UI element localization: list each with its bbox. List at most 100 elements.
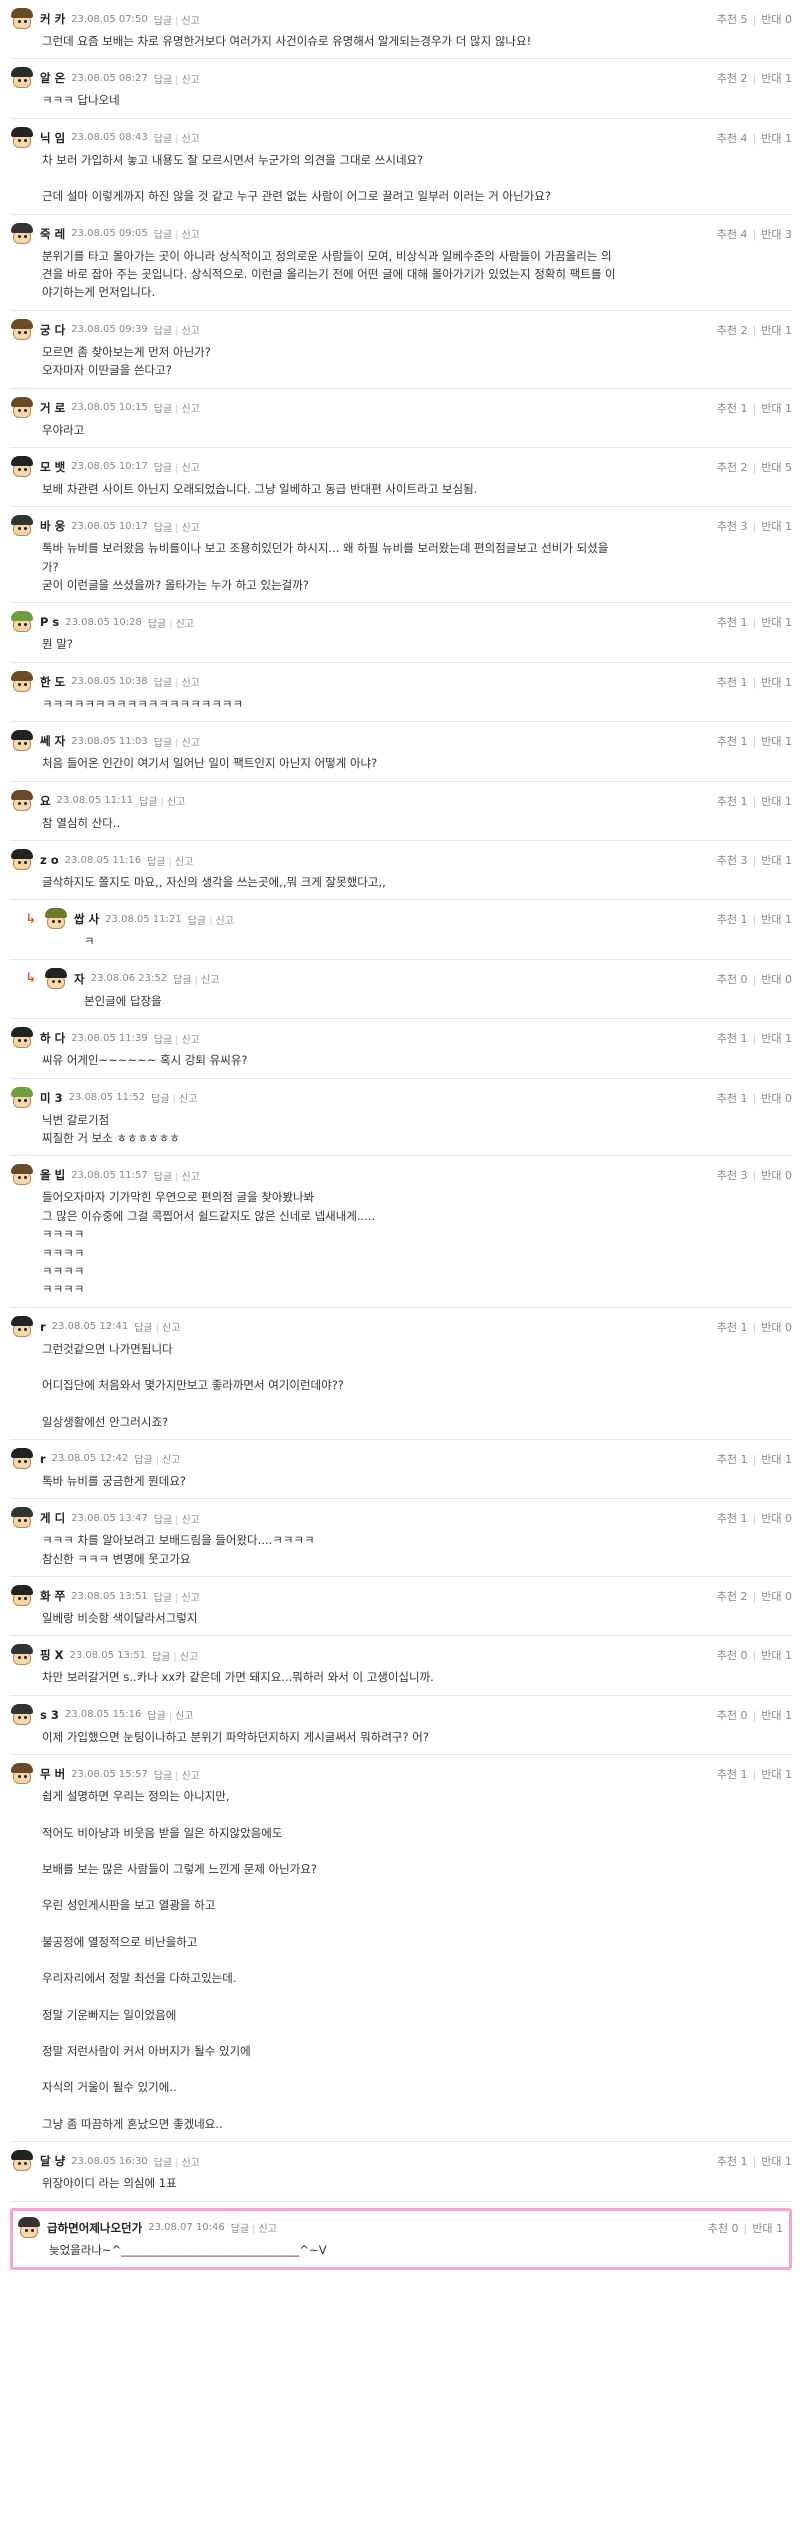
report-link[interactable]: 신고 bbox=[179, 1094, 197, 1105]
downvote-button[interactable]: 반대 bbox=[761, 913, 781, 926]
author-name[interactable]: 올 빕 bbox=[40, 1167, 65, 1183]
report-link[interactable]: 신고 bbox=[181, 75, 199, 86]
author-name[interactable]: 궁 다 bbox=[40, 322, 65, 338]
upvote-button[interactable]: 추천 bbox=[717, 1649, 737, 1662]
upvote-button[interactable]: 추천 bbox=[717, 72, 737, 85]
downvote-button[interactable]: 반대 bbox=[761, 461, 781, 474]
upvote-button[interactable]: 추천 bbox=[717, 1590, 737, 1603]
reply-link[interactable]: 답글 bbox=[147, 1711, 165, 1722]
author-name[interactable]: 모 뱃 bbox=[40, 459, 65, 475]
report-link[interactable]: 신고 bbox=[181, 463, 199, 474]
report-link[interactable]: 신고 bbox=[181, 2158, 199, 2169]
report-link[interactable]: 신고 bbox=[181, 404, 199, 415]
reply-link[interactable]: 답글 bbox=[134, 1455, 152, 1466]
downvote-button[interactable]: 반대 bbox=[761, 72, 781, 85]
report-link[interactable]: 신고 bbox=[181, 230, 199, 241]
upvote-button[interactable]: 추천 bbox=[717, 616, 737, 629]
downvote-button[interactable]: 반대 bbox=[761, 324, 781, 337]
upvote-button[interactable]: 추천 bbox=[717, 854, 737, 867]
downvote-button[interactable]: 반대 bbox=[761, 973, 781, 986]
upvote-button[interactable]: 추천 bbox=[717, 402, 737, 415]
downvote-button[interactable]: 반대 bbox=[761, 1649, 781, 1662]
reply-link[interactable]: 답글 bbox=[154, 230, 172, 241]
report-link[interactable]: 신고 bbox=[259, 2224, 277, 2235]
reply-link[interactable]: 답글 bbox=[139, 797, 157, 808]
downvote-button[interactable]: 반대 bbox=[752, 2222, 772, 2235]
author-name[interactable]: 게 디 bbox=[40, 1510, 65, 1526]
upvote-button[interactable]: 추천 bbox=[717, 324, 737, 337]
downvote-button[interactable]: 반대 bbox=[761, 795, 781, 808]
reply-link[interactable]: 답글 bbox=[154, 1035, 172, 1046]
report-link[interactable]: 신고 bbox=[162, 1323, 180, 1334]
downvote-button[interactable]: 반대 bbox=[761, 1709, 781, 1722]
report-link[interactable]: 신고 bbox=[215, 916, 233, 927]
downvote-button[interactable]: 반대 bbox=[761, 1453, 781, 1466]
author-name[interactable]: r bbox=[40, 1320, 46, 1334]
upvote-button[interactable]: 추천 bbox=[717, 913, 737, 926]
downvote-button[interactable]: 반대 bbox=[761, 402, 781, 415]
upvote-button[interactable]: 추천 bbox=[717, 1169, 737, 1182]
reply-link[interactable]: 답글 bbox=[152, 1652, 170, 1663]
reply-link[interactable]: 답글 bbox=[147, 857, 165, 868]
report-link[interactable]: 신고 bbox=[201, 975, 219, 986]
author-name[interactable]: 급하면어제나오던가 bbox=[47, 2220, 142, 2236]
upvote-button[interactable]: 추천 bbox=[717, 132, 737, 145]
author-name[interactable]: 죽 레 bbox=[40, 226, 65, 242]
reply-link[interactable]: 답글 bbox=[154, 738, 172, 749]
reply-link[interactable]: 답글 bbox=[154, 1515, 172, 1526]
upvote-button[interactable]: 추천 bbox=[717, 13, 737, 26]
upvote-button[interactable]: 추천 bbox=[717, 676, 737, 689]
reply-link[interactable]: 답글 bbox=[151, 1094, 169, 1105]
author-name[interactable]: 쎄 자 bbox=[40, 733, 65, 749]
report-link[interactable]: 신고 bbox=[175, 1711, 193, 1722]
author-name[interactable]: 무 버 bbox=[40, 1766, 65, 1782]
author-name[interactable]: 핑 X bbox=[40, 1647, 63, 1663]
author-name[interactable]: 커 카 bbox=[40, 11, 65, 27]
report-link[interactable]: 신고 bbox=[181, 678, 199, 689]
author-name[interactable]: r bbox=[40, 1452, 46, 1466]
author-name[interactable]: z o bbox=[40, 853, 59, 867]
author-name[interactable]: 한 도 bbox=[40, 674, 65, 690]
upvote-button[interactable]: 추천 bbox=[717, 461, 737, 474]
downvote-button[interactable]: 반대 bbox=[761, 676, 781, 689]
reply-link[interactable]: 답글 bbox=[154, 523, 172, 534]
report-link[interactable]: 신고 bbox=[181, 1771, 199, 1782]
author-name[interactable]: s 3 bbox=[40, 1708, 59, 1722]
downvote-button[interactable]: 반대 bbox=[761, 132, 781, 145]
author-name[interactable]: 달 냥 bbox=[40, 2153, 65, 2169]
reply-link[interactable]: 답글 bbox=[154, 2158, 172, 2169]
report-link[interactable]: 신고 bbox=[181, 16, 199, 27]
report-link[interactable]: 신고 bbox=[181, 1593, 199, 1604]
report-link[interactable]: 신고 bbox=[181, 1172, 199, 1183]
downvote-button[interactable]: 반대 bbox=[761, 13, 781, 26]
reply-link[interactable]: 답글 bbox=[154, 404, 172, 415]
report-link[interactable]: 신고 bbox=[181, 134, 199, 145]
downvote-button[interactable]: 반대 bbox=[761, 2155, 781, 2168]
author-name[interactable]: 하 다 bbox=[40, 1030, 65, 1046]
upvote-button[interactable]: 추천 bbox=[717, 1453, 737, 1466]
author-name[interactable]: 바 웅 bbox=[40, 518, 65, 534]
reply-link[interactable]: 답글 bbox=[148, 619, 166, 630]
upvote-button[interactable]: 추천 bbox=[717, 1768, 737, 1781]
upvote-button[interactable]: 추천 bbox=[717, 1512, 737, 1525]
report-link[interactable]: 신고 bbox=[176, 619, 194, 630]
author-name[interactable]: 쌉 사 bbox=[74, 911, 99, 927]
downvote-button[interactable]: 반대 bbox=[761, 1169, 781, 1182]
downvote-button[interactable]: 반대 bbox=[761, 1590, 781, 1603]
downvote-button[interactable]: 반대 bbox=[761, 1092, 781, 1105]
report-link[interactable]: 신고 bbox=[180, 1652, 198, 1663]
upvote-button[interactable]: 추천 bbox=[717, 228, 737, 241]
reply-link[interactable]: 답글 bbox=[154, 1593, 172, 1604]
reply-link[interactable]: 답글 bbox=[231, 2224, 249, 2235]
upvote-button[interactable]: 추천 bbox=[708, 2222, 728, 2235]
report-link[interactable]: 신고 bbox=[181, 326, 199, 337]
upvote-button[interactable]: 추천 bbox=[717, 1092, 737, 1105]
report-link[interactable]: 신고 bbox=[175, 857, 193, 868]
author-name[interactable]: 닉 임 bbox=[40, 130, 65, 146]
report-link[interactable]: 신고 bbox=[181, 1515, 199, 1526]
upvote-button[interactable]: 추천 bbox=[717, 973, 737, 986]
reply-link[interactable]: 답글 bbox=[154, 1172, 172, 1183]
author-name[interactable]: 화 쭈 bbox=[40, 1588, 65, 1604]
downvote-button[interactable]: 반대 bbox=[761, 1768, 781, 1781]
downvote-button[interactable]: 반대 bbox=[761, 520, 781, 533]
